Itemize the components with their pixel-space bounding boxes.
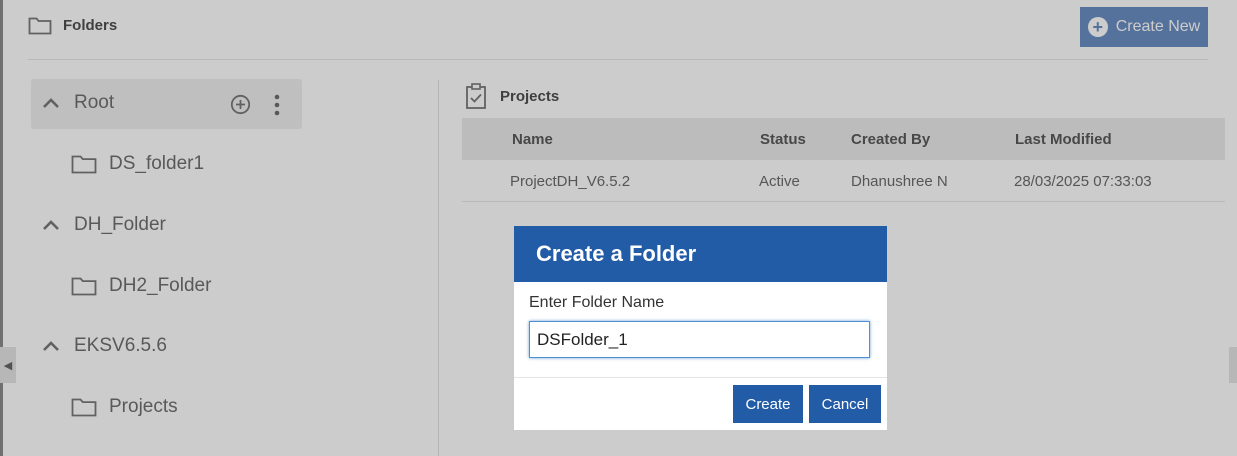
create-folder-dialog: Create a Folder Enter Folder Name Create… — [514, 226, 887, 430]
dialog-footer-divider — [514, 377, 887, 378]
folder-name-input[interactable] — [529, 321, 870, 358]
dialog-header: Create a Folder — [514, 226, 887, 282]
create-button[interactable]: Create — [733, 385, 803, 423]
folder-name-label: Enter Folder Name — [529, 294, 665, 311]
dialog-title: Create a Folder — [536, 241, 697, 266]
cancel-button[interactable]: Cancel — [809, 385, 881, 423]
